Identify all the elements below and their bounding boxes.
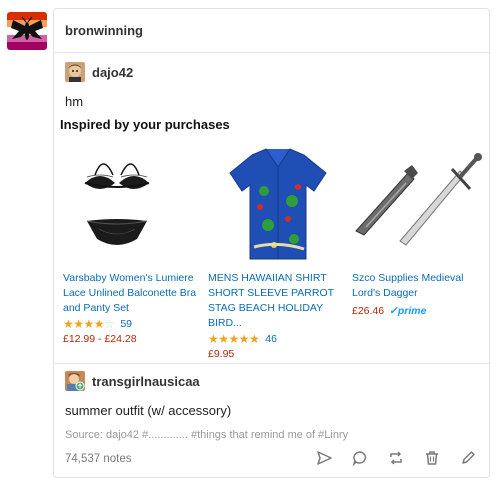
share-icon (317, 451, 332, 465)
post-actions (315, 449, 477, 467)
product-rating[interactable]: ★★★★★ 46 (208, 332, 348, 346)
section-heading: Inspired by your purchases (60, 117, 230, 132)
dagger-image (355, 153, 482, 246)
edit-icon (462, 451, 475, 464)
blog-avatar[interactable] (7, 12, 47, 50)
rating-count[interactable]: 59 (120, 318, 132, 330)
product-rating[interactable]: ★★★★☆ 59 (63, 317, 203, 331)
reblog-username[interactable]: transgirlnausicaa (92, 374, 200, 389)
product-title[interactable]: MENS HAWAIIAN SHIRT SHORT SLEEVE PARROT … (208, 271, 348, 331)
reply-icon (352, 451, 367, 466)
product-price-row: £26.46 ✓prime (352, 305, 492, 317)
blog-name[interactable]: bronwinning (65, 23, 143, 38)
delete-icon (426, 451, 438, 465)
hawaiian-shirt-image (229, 148, 327, 260)
product-card-lingerie[interactable]: Varsbaby Women's Lumiere Lace Unlined Ba… (63, 147, 203, 345)
product-image[interactable] (352, 147, 492, 263)
reply-button[interactable] (351, 449, 369, 467)
product-image[interactable] (63, 147, 203, 263)
product-card-dagger[interactable]: Szco Supplies Medieval Lord's Dagger £26… (352, 147, 492, 317)
rating-count[interactable]: 46 (265, 333, 277, 345)
reblog-body: summer outfit (w/ accessory) (65, 403, 232, 418)
reblog-author-row: transgirlnausicaa (65, 371, 200, 391)
notes-count[interactable]: 74,537 notes (65, 453, 132, 465)
product-title[interactable]: Szco Supplies Medieval Lord's Dagger (352, 271, 492, 301)
product-price: £26.46 (352, 305, 385, 317)
reblog-body: hm (65, 94, 84, 109)
cartoon-avatar-icon (65, 62, 85, 82)
reblog-author-row: dajo42 (65, 62, 133, 82)
prime-badge: ✓prime (389, 305, 427, 317)
share-button[interactable] (315, 449, 333, 467)
moth-flag-icon (7, 12, 47, 50)
product-price: £9.95 (208, 348, 235, 360)
divider (54, 363, 489, 364)
product-title[interactable]: Varsbaby Women's Lumiere Lace Unlined Ba… (63, 271, 203, 316)
anime-avatar-icon (65, 371, 85, 391)
source-and-tags[interactable]: Source: dajo42 #............. #things th… (65, 429, 348, 441)
post-header: bronwinning (54, 9, 489, 53)
product-image[interactable] (208, 147, 348, 263)
star-rating-icon: ★★★★★ (208, 332, 260, 346)
reblog-username[interactable]: dajo42 (92, 65, 133, 80)
delete-button[interactable] (423, 449, 441, 467)
edit-button[interactable] (459, 449, 477, 467)
post-card: bronwinning dajo42 hm Inspired by your p… (53, 8, 490, 478)
reblog-icon (390, 451, 402, 465)
avatar[interactable] (65, 62, 85, 82)
star-rating-icon: ★★★★☆ (63, 317, 115, 331)
lingerie-image (84, 163, 150, 245)
product-card-shirt[interactable]: MENS HAWAIIAN SHIRT SHORT SLEEVE PARROT … (208, 147, 348, 360)
product-price: £12.99 - £24.28 (63, 333, 137, 345)
reblog-button[interactable] (387, 449, 405, 467)
avatar[interactable] (65, 371, 85, 391)
